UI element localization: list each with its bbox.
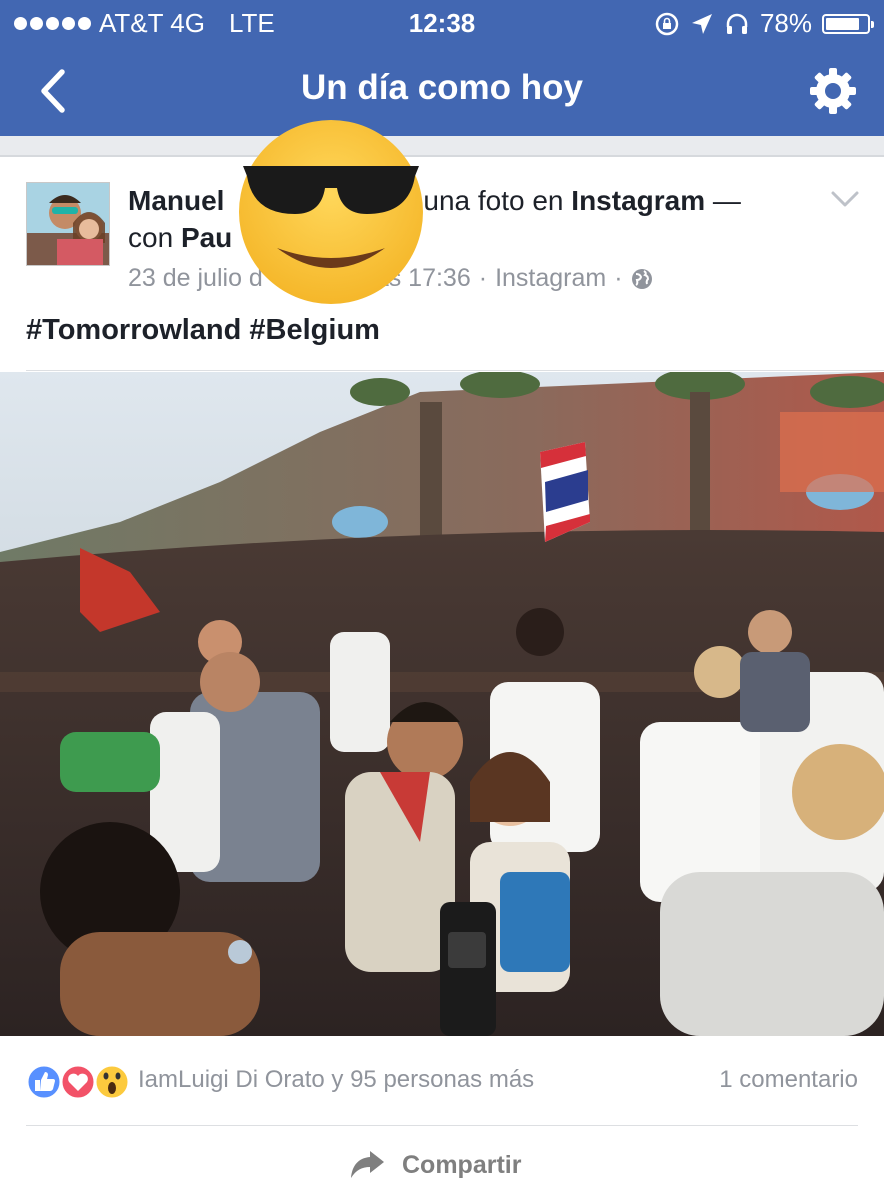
reaction-icons[interactable]: [26, 1062, 136, 1102]
like-icon: [26, 1063, 63, 1101]
status-bar: AT&T 4G LTE 12:38 78%: [0, 0, 884, 46]
network-label: LTE: [228, 8, 275, 38]
battery-percent: 78%: [759, 8, 812, 38]
post-source: Instagram: [495, 264, 607, 292]
location-arrow-icon: [691, 13, 712, 34]
carrier-label: AT&T 4G: [99, 8, 205, 38]
signal-dots-icon: [14, 17, 91, 30]
share-label: Compartir: [402, 1150, 522, 1179]
chevron-left-icon[interactable]: [30, 64, 80, 118]
author-avatar[interactable]: [26, 182, 110, 266]
meta-separator: ·: [478, 264, 488, 292]
meta-separator: ·: [614, 264, 623, 292]
love-icon: [59, 1063, 97, 1101]
feed-separator: [0, 136, 884, 156]
reactions-row: IamLuigi Di Orato y 95 personas más 1 co…: [26, 1060, 858, 1104]
post-header-text: Manuel ó una foto en Instagram — con Pau: [128, 182, 808, 256]
status-left: AT&T 4G LTE: [14, 8, 275, 39]
status-right: 78%: [654, 8, 874, 39]
wow-icon: [93, 1063, 131, 1101]
comments-count[interactable]: 1 comentario: [719, 1066, 858, 1094]
page-title: Un día como hoy: [301, 68, 583, 107]
sunglasses-emoji: [239, 120, 423, 304]
platform-name[interactable]: Instagram: [571, 185, 705, 216]
nav-bar: Un día como hoy: [0, 46, 884, 136]
photo-divider: [26, 370, 884, 371]
avatar-photo: [27, 183, 109, 265]
headphones-icon: [726, 13, 748, 34]
actions-divider: [26, 1125, 858, 1126]
feed-separator-line: [0, 155, 884, 157]
rotation-lock-icon: [655, 12, 679, 35]
share-arrow-icon: [351, 1151, 384, 1178]
battery-icon: [822, 13, 874, 34]
reactions-summary[interactable]: IamLuigi Di Orato y 95 personas más: [138, 1066, 534, 1094]
post-text: #Tomorrowland #Belgium: [26, 314, 380, 346]
globe-icon: [631, 268, 652, 289]
dash: —: [712, 185, 741, 216]
post-photo[interactable]: [0, 372, 884, 1036]
tagged-name[interactable]: Pau: [181, 222, 232, 253]
author-name[interactable]: Manuel: [128, 185, 224, 216]
gear-icon[interactable]: [808, 66, 858, 116]
chevron-down-icon[interactable]: [830, 188, 860, 210]
with-label: con: [128, 222, 174, 253]
share-button[interactable]: Compartir: [350, 1150, 521, 1180]
